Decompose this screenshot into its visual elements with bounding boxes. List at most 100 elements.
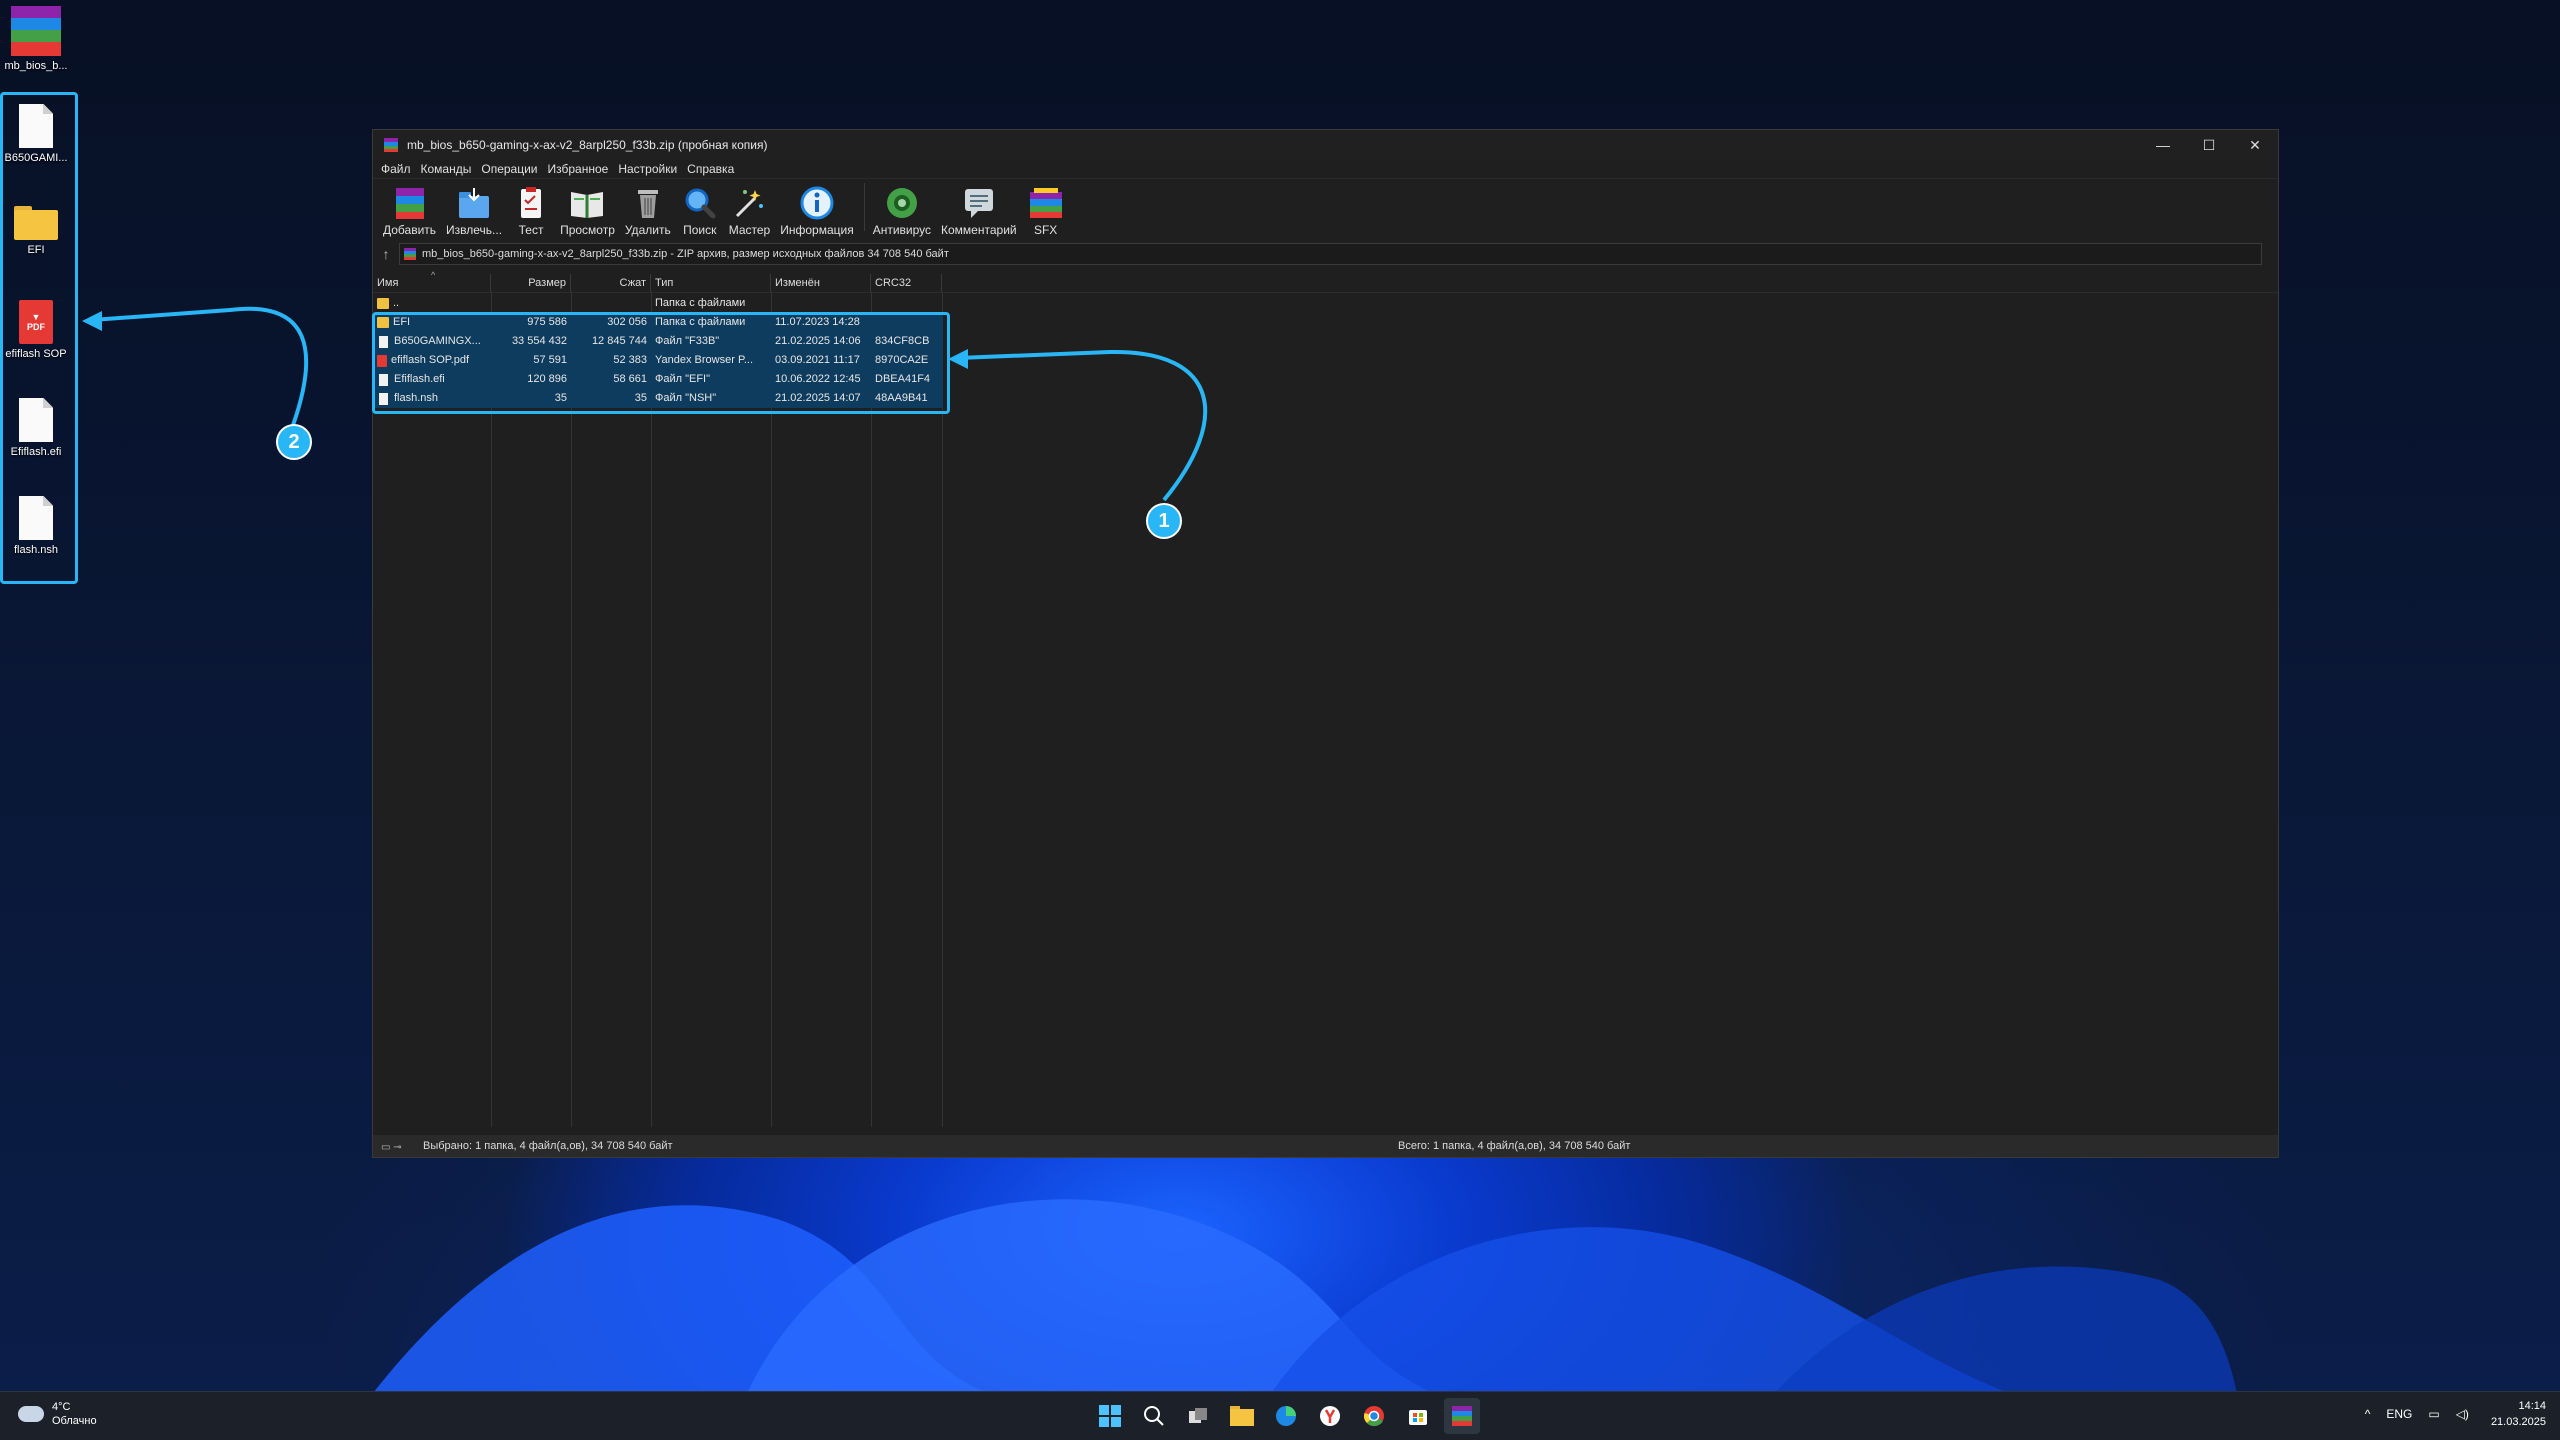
volume-icon[interactable]: ◁) (2456, 1407, 2469, 1421)
status-total: Всего: 1 папка, 4 файл(а,ов), 34 708 540… (1398, 1140, 1631, 1152)
delete-button[interactable]: Удалить (625, 186, 671, 237)
delete-icon (629, 186, 667, 220)
extract-icon (455, 186, 493, 220)
file-icon (19, 496, 53, 540)
toolbar: Добавить Извлечь... Тест Просмотр Удалит… (373, 178, 2278, 237)
task-view-button[interactable] (1180, 1398, 1216, 1434)
column-packed[interactable]: Сжат (571, 274, 651, 292)
test-label: Тест (518, 223, 544, 237)
menu-operations[interactable]: Операции (481, 162, 537, 176)
file-explorer-button[interactable] (1224, 1398, 1260, 1434)
up-folder-button[interactable]: ↑ (373, 246, 399, 262)
windows-logo-icon (1099, 1405, 1121, 1427)
column-name[interactable]: Имя ^ (373, 270, 491, 292)
task-view-icon (1189, 1408, 1207, 1423)
winrar-taskbar-button[interactable] (1444, 1398, 1480, 1434)
info-icon (798, 186, 836, 220)
address-bar: ↑ mb_bios_b650-gaming-x-ax-v2_8arpl250_f… (373, 241, 2278, 267)
desktop-icon-efiflash-efi[interactable]: Efiflash.efi (0, 398, 72, 458)
minimize-icon: — (2156, 137, 2170, 153)
edge-browser-icon (1276, 1406, 1296, 1426)
desktop-icon-b650[interactable]: B650GAMI... (0, 104, 72, 164)
column-crc[interactable]: CRC32 (871, 274, 942, 292)
sfx-button[interactable]: SFX (1027, 186, 1065, 237)
minimize-button[interactable]: — (2140, 130, 2186, 160)
wizard-button[interactable]: Мастер (728, 186, 771, 237)
desktop-icon-label: EFI (27, 244, 45, 256)
language-indicator[interactable]: ENG (2386, 1407, 2412, 1421)
menu-bar: Файл Команды Операции Избранное Настройк… (373, 160, 2278, 178)
close-icon: ✕ (2249, 136, 2261, 153)
menu-help[interactable]: Справка (687, 162, 734, 176)
archive-selection-highlight (372, 312, 950, 414)
info-label: Информация (780, 223, 854, 237)
taskbar: 4°C Облачно ^ ENG ▭ ◁) 14:14 21.03.2025 (0, 1391, 2560, 1440)
view-label: Просмотр (560, 223, 615, 237)
desktop-icon-label: B650GAMI... (4, 152, 68, 164)
pdf-icon: ▼ PDF (19, 300, 53, 344)
archive-path-text: mb_bios_b650-gaming-x-ax-v2_8arpl250_f33… (422, 248, 949, 260)
wizard-icon (730, 186, 768, 220)
view-icon (568, 186, 606, 220)
window-title: mb_bios_b650-gaming-x-ax-v2_8arpl250_f33… (407, 138, 768, 152)
extract-button[interactable]: Извлечь... (446, 186, 502, 237)
key-icon: ▭ ⊸ (381, 1142, 402, 1153)
edge-button[interactable] (1268, 1398, 1304, 1434)
antivirus-button[interactable]: Антивирус (873, 186, 931, 237)
file-icon (19, 398, 53, 442)
weather-condition: Облачно (52, 1415, 97, 1427)
menu-file[interactable]: Файл (381, 162, 411, 176)
arrow-up-icon: ↑ (382, 246, 390, 262)
add-archive-icon (391, 186, 429, 220)
view-button[interactable]: Просмотр (560, 186, 615, 237)
chrome-icon (1364, 1406, 1384, 1427)
menu-settings[interactable]: Настройки (618, 162, 677, 176)
column-type[interactable]: Тип (651, 274, 771, 292)
search-icon (681, 186, 719, 220)
wizard-label: Мастер (728, 223, 771, 237)
chrome-button[interactable] (1356, 1398, 1392, 1434)
maximize-button[interactable]: ☐ (2186, 130, 2232, 160)
desktop-icon-flash-nsh[interactable]: flash.nsh (0, 496, 72, 556)
menu-commands[interactable]: Команды (421, 162, 472, 176)
delete-label: Удалить (624, 223, 671, 237)
clock[interactable]: 14:14 21.03.2025 (2491, 1398, 2546, 1430)
desktop-icon-archive[interactable]: mb_bios_b... (0, 6, 72, 72)
title-bar[interactable]: mb_bios_b650-gaming-x-ax-v2_8arpl250_f33… (373, 130, 2278, 160)
desktop-icon-efiflash-sop[interactable]: ▼ PDF efiflash SOP (0, 300, 72, 360)
menu-favorites[interactable]: Избранное (548, 162, 609, 176)
chevron-up-icon[interactable]: ^ (2365, 1407, 2371, 1421)
start-button[interactable] (1092, 1398, 1128, 1434)
toolbar-separator (863, 183, 865, 231)
wallpaper-swirl (360, 1199, 2240, 1410)
winrar-archive-icon (11, 6, 61, 56)
find-button[interactable]: Поиск (681, 186, 719, 237)
desktop-icon-efi-folder[interactable]: EFI (0, 206, 72, 256)
file-list-header: Имя ^ Размер Сжат Тип Изменён CRC32 (373, 270, 2278, 293)
info-button[interactable]: Информация (780, 186, 854, 237)
close-button[interactable]: ✕ (2232, 130, 2278, 160)
weather-widget[interactable]: 4°C Облачно (18, 1400, 97, 1428)
weather-temperature: 4°C (52, 1401, 71, 1413)
test-button[interactable]: Тест (512, 186, 550, 237)
desktop-icon-label: efiflash SOP (5, 348, 67, 360)
winrar-app-icon (404, 248, 416, 260)
test-icon (512, 186, 550, 220)
parent-folder-row[interactable]: .. Папка с файлами (373, 294, 943, 313)
taskbar-search-button[interactable] (1136, 1398, 1172, 1434)
archive-path-field[interactable]: mb_bios_b650-gaming-x-ax-v2_8arpl250_f33… (399, 243, 2262, 265)
find-label: Поиск (683, 223, 717, 237)
store-button[interactable] (1400, 1398, 1436, 1434)
desktop-icon-label: Efiflash.efi (10, 446, 62, 458)
yandex-browser-button[interactable] (1312, 1398, 1348, 1434)
folder-icon (377, 298, 389, 309)
search-icon (1144, 1406, 1164, 1426)
column-modified[interactable]: Изменён (771, 274, 871, 292)
network-icon[interactable]: ▭ (2428, 1407, 2439, 1421)
add-button[interactable]: Добавить (383, 186, 436, 237)
comment-button[interactable]: Комментарий (941, 186, 1017, 237)
extract-label: Извлечь... (446, 223, 503, 237)
column-size[interactable]: Размер (491, 274, 571, 292)
comment-label: Комментарий (941, 223, 1017, 237)
winrar-app-icon (384, 138, 398, 152)
